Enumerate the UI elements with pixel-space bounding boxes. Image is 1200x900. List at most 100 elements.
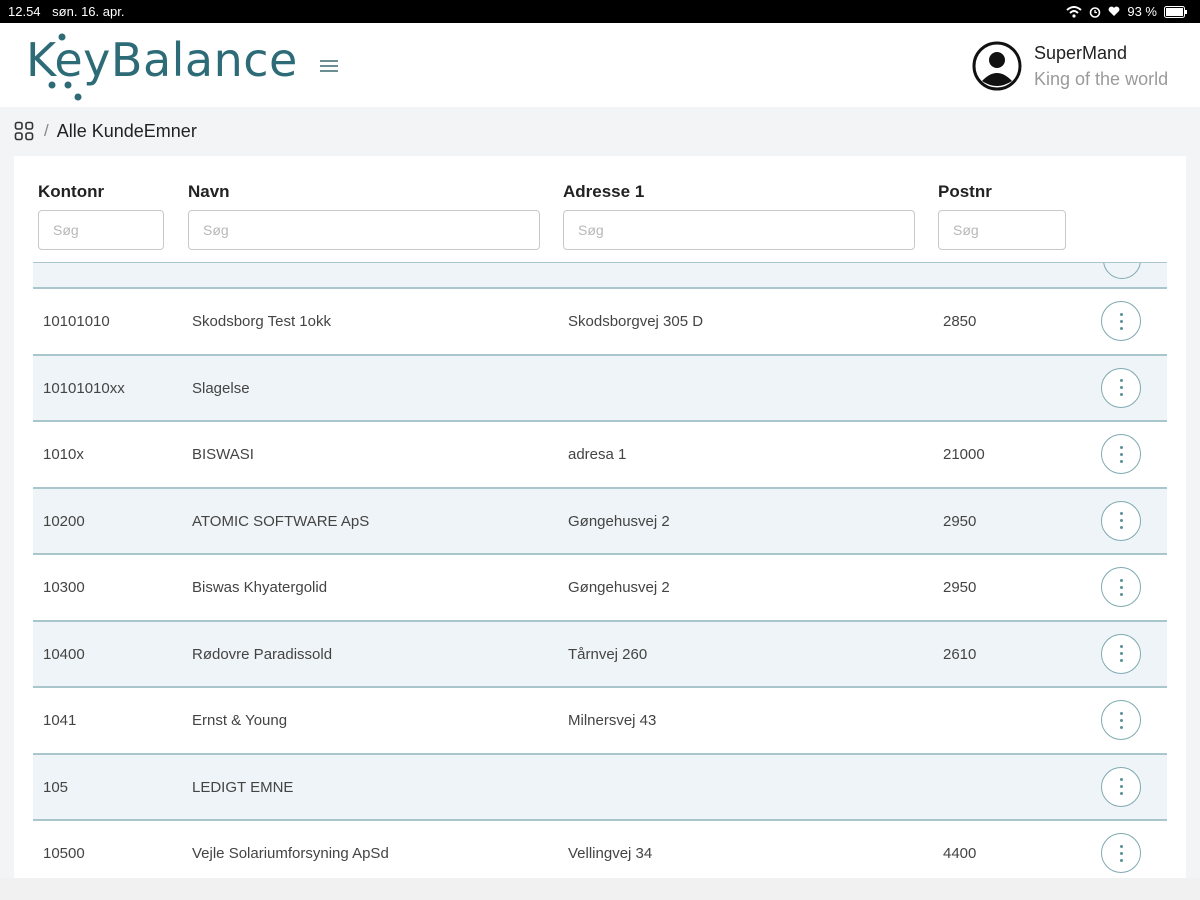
- dot: [1119, 312, 1123, 316]
- hamburger-menu-button[interactable]: [313, 51, 345, 81]
- dot: [1119, 725, 1123, 729]
- dot: [1119, 718, 1123, 722]
- cell-navn: BISWASI: [192, 446, 254, 463]
- cell-navn: Biswas Khyatergolid: [192, 579, 328, 596]
- filter-row: Kontonr Navn Adresse 1 Postnr: [14, 156, 1186, 264]
- menu-line: [320, 65, 338, 67]
- cell-kontonr: 1010x: [43, 446, 84, 463]
- dot: [1119, 785, 1123, 788]
- cell-navn: Slagelse: [192, 379, 250, 397]
- dot: [1119, 844, 1123, 848]
- user-subtitle: King of the world: [1034, 69, 1169, 89]
- cell-adresse: Tårnvej 260: [568, 645, 648, 663]
- bottom-edge: [0, 878, 1200, 900]
- table-row[interactable]: 10300 Biswas Khyatergolid Gøngehusvej 2 …: [33, 555, 1167, 622]
- user-profile[interactable]: SuperMand King of the world: [972, 41, 1192, 97]
- navn-search-input[interactable]: [188, 210, 540, 250]
- row-more-button[interactable]: [1101, 567, 1141, 607]
- dot: [1119, 452, 1123, 456]
- column-header-adresse: Adresse 1: [563, 182, 645, 201]
- cell-adresse: Skodsborgvej 305 D: [568, 313, 704, 330]
- row-more-button[interactable]: [1101, 833, 1141, 873]
- status-bar: 12.54 søn. 16. apr. 93 %: [0, 0, 1200, 23]
- dot: [1119, 578, 1123, 582]
- status-bar-left: 12.54 søn. 16. apr.: [8, 4, 132, 19]
- battery-icon: [1164, 5, 1187, 18]
- column-header-kontonr: Kontonr: [38, 182, 105, 201]
- dot: [1119, 659, 1123, 662]
- cell-adresse: Vellingvej 34: [568, 845, 653, 862]
- dashboard-grid-icon[interactable]: [14, 121, 34, 141]
- cell-adresse: Gøngehusvej 2: [568, 579, 670, 596]
- dot: [1119, 459, 1123, 463]
- dot: [1119, 592, 1123, 596]
- wifi-icon: [1066, 5, 1083, 18]
- row-more-button[interactable]: [1101, 633, 1141, 674]
- alarm-icon: [1090, 6, 1101, 18]
- cell-postnr: 2850: [943, 313, 977, 330]
- cell-navn: LEDIGT EMNE: [192, 778, 294, 796]
- row-more-button[interactable]: [1101, 301, 1141, 341]
- status-bar-right: 93 %: [1066, 4, 1188, 19]
- status-date: søn. 16. apr.: [52, 4, 125, 19]
- table-row[interactable]: 1010x BISWASI adresa 1 21000: [33, 422, 1167, 489]
- user-name: SuperMand: [1034, 43, 1128, 63]
- cell-navn: Skodsborg Test 1okk: [192, 313, 331, 330]
- table-row-partial: [33, 262, 1167, 289]
- cell-kontonr: 10101010xx: [43, 379, 125, 397]
- dot: [1119, 393, 1123, 396]
- table-row[interactable]: 1041 Ernst & Young Milnersvej 43: [33, 688, 1167, 755]
- cell-kontonr: 10500: [43, 845, 85, 862]
- filter-adresse: Adresse 1: [563, 182, 915, 250]
- cell-kontonr: 105: [43, 778, 69, 796]
- dot: [1119, 326, 1123, 330]
- user-avatar-icon: [972, 41, 1022, 91]
- cell-kontonr: 10200: [43, 512, 85, 530]
- kontonr-search-input[interactable]: [38, 210, 164, 250]
- row-more-button[interactable]: [1101, 434, 1141, 474]
- dot: [1119, 711, 1123, 715]
- row-more-button[interactable]: [1101, 500, 1141, 541]
- dot: [1119, 585, 1123, 589]
- cell-postnr: 2610: [943, 645, 977, 663]
- dot: [1119, 512, 1123, 515]
- logo-key-dots-icon: [48, 33, 82, 101]
- heart-icon: [1108, 6, 1120, 17]
- cell-postnr: 4400: [943, 845, 977, 862]
- cell-navn: Ernst & Young: [192, 712, 288, 729]
- dot: [1119, 851, 1123, 855]
- cell-navn: ATOMIC SOFTWARE ApS: [192, 512, 370, 530]
- filter-navn: Navn: [188, 182, 540, 250]
- dot: [1119, 445, 1123, 449]
- table-row[interactable]: 10101010 Skodsborg Test 1okk Skodsborgve…: [33, 289, 1167, 356]
- table-row[interactable]: 10101010xx Slagelse: [33, 355, 1167, 422]
- adresse-search-input[interactable]: [563, 210, 915, 250]
- menu-line: [320, 70, 338, 72]
- status-time: 12.54: [8, 4, 41, 19]
- column-header-navn: Navn: [188, 182, 230, 201]
- row-more-button[interactable]: [1103, 263, 1141, 279]
- row-more-button[interactable]: [1101, 766, 1141, 807]
- cell-kontonr: 10300: [43, 579, 85, 596]
- cell-postnr: 21000: [943, 446, 985, 463]
- dot: [1119, 858, 1123, 862]
- dot: [1119, 319, 1123, 323]
- postnr-search-input[interactable]: [938, 210, 1066, 250]
- battery-percent: 93 %: [1127, 4, 1157, 19]
- table-row[interactable]: 105 LEDIGT EMNE: [33, 754, 1167, 821]
- filter-kontonr: Kontonr: [38, 182, 164, 250]
- cell-kontonr: 10101010: [43, 313, 110, 330]
- dot: [1119, 526, 1123, 529]
- breadcrumb-current: Alle KundeEmner: [56, 120, 197, 141]
- customer-list-panel: Kontonr Navn Adresse 1 Postnr 10101010 S…: [14, 156, 1186, 900]
- table-row[interactable]: 10400 Rødovre Paradissold Tårnvej 260 26…: [33, 621, 1167, 688]
- dot: [1119, 519, 1123, 522]
- cell-postnr: 2950: [943, 579, 977, 596]
- row-more-button[interactable]: [1101, 700, 1141, 740]
- menu-line: [320, 60, 338, 62]
- cell-adresse: Gøngehusvej 2: [568, 512, 670, 530]
- cell-kontonr: 10400: [43, 645, 85, 663]
- table-row[interactable]: 10200 ATOMIC SOFTWARE ApS Gøngehusvej 2 …: [33, 488, 1167, 555]
- row-more-button[interactable]: [1101, 367, 1141, 408]
- cell-postnr: 2950: [943, 512, 977, 530]
